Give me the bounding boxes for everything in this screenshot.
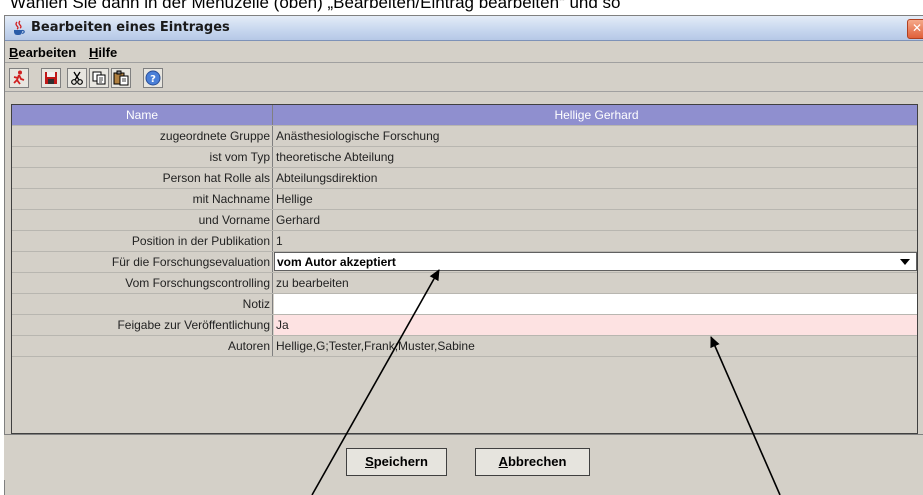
cut-button[interactable] — [67, 68, 87, 88]
evaluation-row: Für die Forschungsevaluation vom Autor a… — [12, 252, 917, 273]
cut-icon — [71, 71, 83, 85]
exit-icon — [13, 70, 25, 85]
evaluation-dropdown[interactable]: vom Autor akzeptiert — [274, 252, 917, 271]
table-row: Position in der Publikation 1 — [12, 231, 917, 252]
copy-button[interactable] — [89, 68, 109, 88]
row-value[interactable]: Gerhard — [274, 210, 917, 230]
menu-bearbeiten[interactable]: Bearbeiten — [9, 45, 76, 60]
table-row: Person hat Rolle als Abteilungsdirektion — [12, 168, 917, 189]
exit-button[interactable] — [9, 68, 29, 88]
close-icon: ✕ — [911, 21, 923, 35]
copy-icon — [92, 71, 106, 85]
close-button[interactable]: ✕ — [907, 19, 923, 39]
table-row: Vom Forschungscontrolling zu bearbeiten — [12, 273, 917, 294]
table-row: und Vorname Gerhard — [12, 210, 917, 231]
row-label: Person hat Rolle als — [12, 168, 273, 188]
release-value[interactable]: Ja — [274, 315, 917, 335]
row-label: Position in der Publikation — [12, 231, 273, 251]
help-button[interactable]: ? — [143, 68, 163, 88]
row-value[interactable]: theoretische Abteilung — [274, 147, 917, 167]
note-input[interactable] — [274, 294, 917, 314]
java-cup-icon — [14, 20, 25, 35]
row-value[interactable]: Abteilungsdirektion — [274, 168, 917, 188]
save-icon — [45, 72, 57, 84]
table-row: ist vom Typ theoretische Abteilung — [12, 147, 917, 168]
row-label: Für die Forschungsevaluation — [12, 252, 273, 272]
save-toolbar-button[interactable] — [41, 68, 61, 88]
row-label: Notiz — [12, 294, 273, 314]
note-row: Notiz — [12, 294, 917, 315]
table-header-row: Name Hellige Gerhard — [12, 105, 917, 126]
row-value[interactable]: zu bearbeiten — [274, 273, 917, 293]
menu-hilfe[interactable]: Hilfe — [89, 45, 117, 60]
row-label: mit Nachname — [12, 189, 273, 209]
dropdown-selected-value: vom Autor akzeptiert — [277, 255, 396, 269]
row-value[interactable]: 1 — [274, 231, 917, 251]
chevron-down-icon[interactable] — [900, 259, 910, 265]
table-row: Autoren Hellige,G;Tester,Frank;Muster,Sa… — [12, 336, 917, 357]
svg-text:?: ? — [150, 74, 156, 85]
row-value[interactable]: Hellige,G;Tester,Frank;Muster,Sabine — [274, 336, 917, 356]
paste-button[interactable] — [111, 68, 131, 88]
entry-properties-table: Name Hellige Gerhard zugeordnete Gruppe … — [11, 104, 918, 434]
row-label: ist vom Typ — [12, 147, 273, 167]
row-value[interactable]: Anästhesiologische Forschung — [274, 126, 917, 146]
row-label: Autoren — [12, 336, 273, 356]
menu-bar: Bearbeiten Hilfe — [5, 42, 923, 63]
cancel-button[interactable]: Abbrechen — [475, 448, 590, 476]
button-bar: Speichern Abbrechen — [4, 434, 923, 480]
row-label: Feigabe zur Veröffentlichung — [12, 315, 273, 335]
toolbar: ? — [5, 64, 923, 92]
release-row: Feigabe zur Veröffentlichung Ja — [12, 315, 917, 336]
window-title: Bearbeiten eines Eintrages — [31, 20, 230, 35]
row-label: Vom Forschungscontrolling — [12, 273, 273, 293]
title-bar[interactable]: Bearbeiten eines Eintrages ✕ — [5, 16, 923, 41]
row-value[interactable]: Hellige — [274, 189, 917, 209]
row-label: und Vorname — [12, 210, 273, 230]
row-label: zugeordnete Gruppe — [12, 126, 273, 146]
table-row: zugeordnete Gruppe Anästhesiologische Fo… — [12, 126, 917, 147]
header-value: Hellige Gerhard — [554, 108, 639, 122]
help-icon: ? — [145, 70, 161, 86]
table-row: mit Nachname Hellige — [12, 189, 917, 210]
paste-icon — [113, 70, 129, 86]
instruction-caption: Wählen Sie dann in der Menüzeile (oben) … — [10, 0, 621, 12]
header-label: Name — [12, 105, 273, 125]
save-button[interactable]: Speichern — [346, 448, 447, 476]
